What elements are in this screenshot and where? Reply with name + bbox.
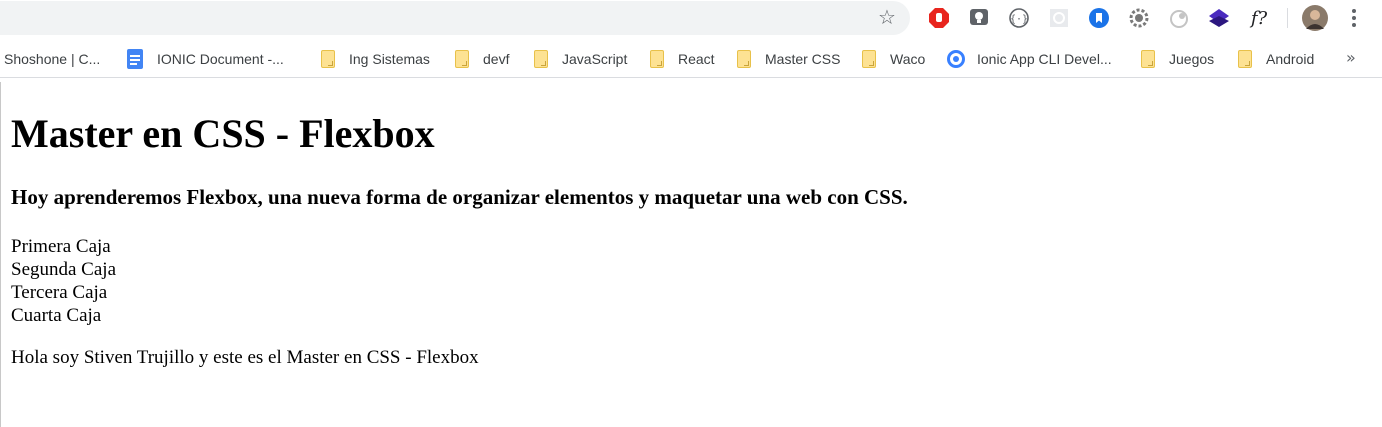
folder-icon xyxy=(321,50,335,68)
star-icon[interactable]: ☆ xyxy=(876,6,898,28)
footer-text: Hola soy Stiven Trujillo y este es el Ma… xyxy=(11,347,479,368)
page-title: Master en CSS - Flexbox xyxy=(11,111,435,156)
grid-icon[interactable] xyxy=(1048,7,1070,29)
bookmark-ionic-app-cli[interactable]: Ionic App CLI Devel... xyxy=(947,49,1112,69)
bookmark-juegos[interactable]: Juegos xyxy=(1141,49,1214,69)
browser-toolbar: ☆ {·} f? xyxy=(0,0,1382,37)
box-item: Segunda Caja xyxy=(11,259,117,280)
code-icon[interactable]: {·} xyxy=(1008,7,1030,29)
tab-extension-icon[interactable] xyxy=(968,7,990,29)
gear-ext-icon[interactable] xyxy=(1128,7,1150,29)
bookmark-android[interactable]: Android xyxy=(1238,49,1314,69)
folder-icon xyxy=(1238,50,1252,68)
page-subtitle: Hoy aprenderemos Flexbox, una nueva form… xyxy=(11,185,908,209)
folder-icon xyxy=(862,50,876,68)
font-ext-icon[interactable]: f? xyxy=(1246,7,1272,29)
box-container: Primera Caja Segunda Caja Tercera Caja C… xyxy=(11,235,116,327)
timer-icon[interactable] xyxy=(1168,7,1190,29)
bookmark-label: Ing Sistemas xyxy=(349,51,430,67)
bookmark-label: Master CSS xyxy=(765,51,841,67)
bookmarks-overflow-icon[interactable]: » xyxy=(1346,48,1356,67)
bookmark-label: devf xyxy=(483,51,510,67)
bookmark-label: JavaScript xyxy=(562,51,628,67)
font-ext-label: f? xyxy=(1250,7,1268,29)
bookmark-ing-sistemas[interactable]: Ing Sistemas xyxy=(321,49,430,69)
google-docs-icon xyxy=(127,49,143,69)
bookmark-ionic-document[interactable]: IONIC Document -... xyxy=(127,49,284,69)
bookmark-ext-icon[interactable] xyxy=(1088,7,1110,29)
bookmark-master-css[interactable]: Master CSS xyxy=(737,49,840,69)
folder-icon xyxy=(1141,50,1155,68)
folder-icon xyxy=(650,50,664,68)
bookmark-label: Waco xyxy=(890,51,926,67)
more-menu-icon[interactable] xyxy=(1344,6,1364,30)
avatar[interactable] xyxy=(1301,4,1329,32)
box-item: Primera Caja xyxy=(11,236,111,257)
ionic-icon xyxy=(947,50,965,68)
box-item: Cuarta Caja xyxy=(11,305,102,326)
svg-text:{·}: {·} xyxy=(1010,14,1028,25)
bookmark-label: Ionic App CLI Devel... xyxy=(977,51,1112,67)
bookmark-waco[interactable]: Waco xyxy=(862,49,925,69)
layers-icon[interactable] xyxy=(1208,7,1230,29)
folder-icon xyxy=(737,50,751,68)
bookmarks-bar: Shoshone | C... IONIC Document -... Ing … xyxy=(0,40,1382,78)
bookmark-devf[interactable]: devf xyxy=(455,49,509,69)
folder-icon xyxy=(534,50,548,68)
bookmark-label: Android xyxy=(1266,51,1315,67)
box-item: Tercera Caja xyxy=(11,282,108,303)
bookmark-label: Shoshone | C... xyxy=(4,51,101,67)
address-bar[interactable] xyxy=(0,1,910,35)
toolbar-separator xyxy=(1287,8,1288,28)
adblock-icon[interactable] xyxy=(928,7,950,29)
bookmark-label: IONIC Document -... xyxy=(157,51,284,67)
bookmark-javascript[interactable]: JavaScript xyxy=(534,49,627,69)
bookmark-shoshone[interactable]: Shoshone | C... xyxy=(4,49,100,69)
page-content: Master en CSS - Flexbox Hoy aprenderemos… xyxy=(0,82,1382,427)
bookmark-label: React xyxy=(678,51,715,67)
folder-icon xyxy=(455,50,469,68)
bookmark-label: Juegos xyxy=(1169,51,1215,67)
bookmark-react[interactable]: React xyxy=(650,49,715,69)
